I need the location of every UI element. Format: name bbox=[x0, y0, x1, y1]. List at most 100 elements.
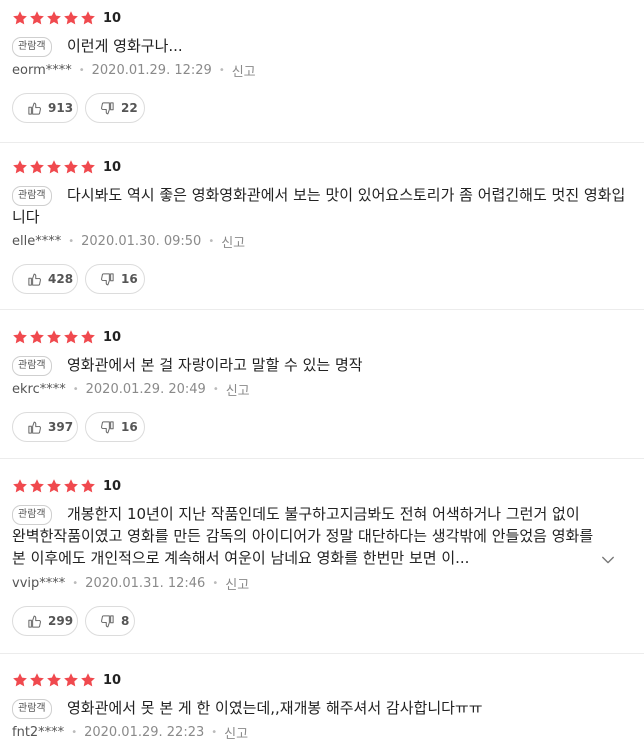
star-rating bbox=[12, 159, 97, 175]
rating-score: 10 bbox=[103, 10, 122, 26]
review-text-content: 영화관에서 못 본 게 한 이였는데,,재개봉 해주셔서 감사합니다ㅠㅠ bbox=[67, 699, 483, 717]
thumbs-up-icon bbox=[27, 101, 42, 116]
thumbs-up-icon bbox=[27, 614, 42, 629]
separator-dot: • bbox=[72, 577, 79, 589]
rating: 10 bbox=[12, 327, 121, 347]
dislike-button[interactable]: 8 bbox=[85, 606, 135, 636]
dislike-count: 8 bbox=[121, 614, 130, 628]
star-rating bbox=[12, 672, 97, 688]
like-count: 299 bbox=[48, 614, 74, 628]
chevron-down-icon[interactable] bbox=[599, 551, 617, 569]
rating-score: 10 bbox=[103, 478, 122, 494]
star-icon bbox=[46, 10, 62, 26]
star-icon bbox=[29, 10, 45, 26]
star-rating bbox=[12, 10, 97, 26]
username: eorm**** bbox=[12, 62, 72, 78]
report-link[interactable]: 신고 bbox=[226, 380, 250, 399]
star-rating bbox=[12, 478, 97, 494]
username: ekrc**** bbox=[12, 381, 66, 397]
separator-dot: • bbox=[218, 64, 225, 76]
star-icon bbox=[63, 159, 79, 175]
report-link[interactable]: 신고 bbox=[225, 574, 249, 593]
rating: 10 bbox=[12, 476, 121, 496]
separator-dot: • bbox=[212, 383, 219, 395]
like-button[interactable]: 428 bbox=[12, 264, 78, 294]
like-count: 428 bbox=[48, 272, 74, 286]
review-item: 10 관람객 다시봐도 역시 좋은 영화영화관에서 보는 맛이 있어요스토리가 … bbox=[0, 143, 644, 310]
review-text-content: 이런게 영화구나... bbox=[67, 37, 183, 55]
separator-dot: • bbox=[68, 235, 75, 247]
like-button[interactable]: 913 bbox=[12, 93, 78, 123]
star-icon bbox=[12, 159, 28, 175]
review-date: 2020.01.29. 12:29 bbox=[91, 62, 212, 78]
username: elle**** bbox=[12, 233, 62, 249]
like-button[interactable]: 299 bbox=[12, 606, 78, 636]
star-icon bbox=[12, 10, 28, 26]
review-date: 2020.01.30. 09:50 bbox=[81, 233, 202, 249]
star-icon bbox=[80, 672, 96, 688]
thumbs-up-icon bbox=[27, 272, 42, 287]
review-meta: elle**** • 2020.01.30. 09:50 • 신고 bbox=[12, 231, 245, 251]
star-icon bbox=[63, 672, 79, 688]
rating: 10 bbox=[12, 8, 121, 28]
separator-dot: • bbox=[211, 726, 218, 738]
review-item: 10 관람객 영화관에서 못 본 게 한 이였는데,,재개봉 해주셔서 감사합니… bbox=[0, 654, 644, 754]
dislike-button[interactable]: 22 bbox=[85, 93, 145, 123]
thumbs-down-icon bbox=[100, 420, 115, 435]
thumbs-down-icon bbox=[100, 272, 115, 287]
review-text: 개봉한지 10년이 지난 작품인데도 불구하고지금봐도 전혀 어색하거나 그런거… bbox=[12, 503, 597, 569]
review-date: 2020.01.29. 20:49 bbox=[85, 381, 206, 397]
report-link[interactable]: 신고 bbox=[224, 723, 248, 742]
star-icon bbox=[12, 478, 28, 494]
star-icon bbox=[63, 10, 79, 26]
star-icon bbox=[80, 159, 96, 175]
review-text: 이런게 영화구나... bbox=[12, 35, 630, 57]
review-meta: ekrc**** • 2020.01.29. 20:49 • 신고 bbox=[12, 379, 250, 399]
thumbs-down-icon bbox=[100, 101, 115, 116]
separator-dot: • bbox=[72, 383, 79, 395]
star-icon bbox=[63, 329, 79, 345]
star-icon bbox=[63, 478, 79, 494]
star-icon bbox=[46, 672, 62, 688]
star-icon bbox=[29, 672, 45, 688]
review-item: 10 관람객 개봉한지 10년이 지난 작품인데도 불구하고지금봐도 전혀 어색… bbox=[0, 459, 644, 654]
star-icon bbox=[29, 329, 45, 345]
star-icon bbox=[12, 672, 28, 688]
star-icon bbox=[80, 478, 96, 494]
rating: 10 bbox=[12, 670, 121, 690]
like-button[interactable]: 397 bbox=[12, 412, 78, 442]
like-count: 913 bbox=[48, 101, 74, 115]
review-meta: vvip**** • 2020.01.31. 12:46 • 신고 bbox=[12, 573, 249, 593]
username: fnt2**** bbox=[12, 724, 65, 740]
star-icon bbox=[80, 329, 96, 345]
review-date: 2020.01.31. 12:46 bbox=[85, 575, 206, 591]
report-link[interactable]: 신고 bbox=[232, 61, 256, 80]
review-date: 2020.01.29. 22:23 bbox=[84, 724, 205, 740]
star-icon bbox=[46, 159, 62, 175]
rating: 10 bbox=[12, 157, 121, 177]
star-icon bbox=[80, 10, 96, 26]
review-text-content: 다시봐도 역시 좋은 영화영화관에서 보는 맛이 있어요스토리가 좀 어렵긴해도… bbox=[12, 186, 626, 226]
review-text: 다시봐도 역시 좋은 영화영화관에서 보는 맛이 있어요스토리가 좀 어렵긴해도… bbox=[12, 184, 630, 228]
separator-dot: • bbox=[71, 726, 78, 738]
review-text-content: 영화관에서 본 걸 자랑이라고 말할 수 있는 명작 bbox=[67, 356, 363, 374]
star-icon bbox=[46, 329, 62, 345]
review-item: 10 관람객 영화관에서 본 걸 자랑이라고 말할 수 있는 명작 ekrc**… bbox=[0, 310, 644, 459]
dislike-button[interactable]: 16 bbox=[85, 412, 145, 442]
star-icon bbox=[46, 478, 62, 494]
review-item: 10 관람객 이런게 영화구나... eorm**** • 2020.01.29… bbox=[0, 0, 644, 143]
rating-score: 10 bbox=[103, 159, 122, 175]
report-link[interactable]: 신고 bbox=[221, 232, 245, 251]
review-meta: fnt2**** • 2020.01.29. 22:23 • 신고 bbox=[12, 722, 248, 742]
rating-score: 10 bbox=[103, 672, 122, 688]
dislike-button[interactable]: 16 bbox=[85, 264, 145, 294]
review-text: 영화관에서 본 걸 자랑이라고 말할 수 있는 명작 bbox=[12, 354, 630, 376]
dislike-count: 22 bbox=[121, 101, 138, 115]
thumbs-up-icon bbox=[27, 420, 42, 435]
star-icon bbox=[29, 478, 45, 494]
review-text: 영화관에서 못 본 게 한 이였는데,,재개봉 해주셔서 감사합니다ㅠㅠ bbox=[12, 697, 630, 719]
star-icon bbox=[29, 159, 45, 175]
like-count: 397 bbox=[48, 420, 74, 434]
star-rating bbox=[12, 329, 97, 345]
review-text-content: 개봉한지 10년이 지난 작품인데도 불구하고지금봐도 전혀 어색하거나 그런거… bbox=[12, 505, 594, 567]
